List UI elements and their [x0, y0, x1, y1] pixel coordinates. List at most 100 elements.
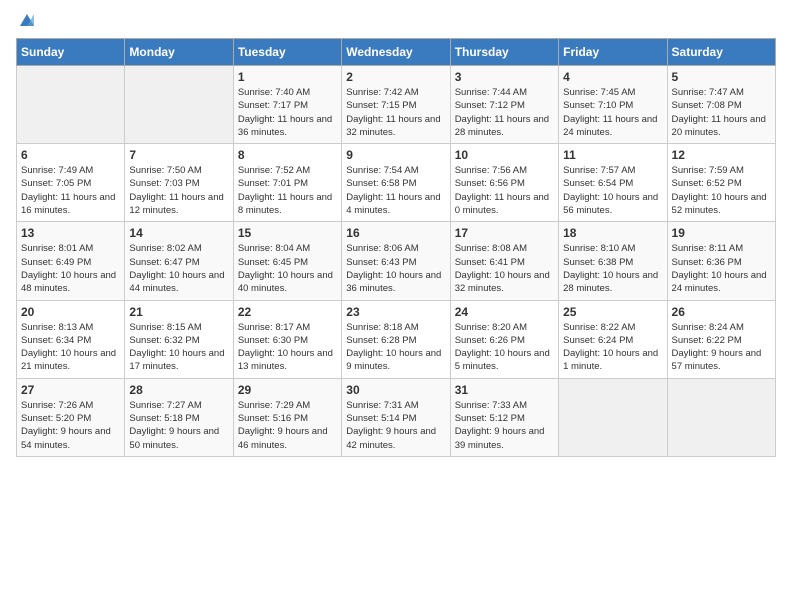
- day-number: 13: [21, 226, 120, 240]
- day-cell: [667, 378, 775, 456]
- day-detail: Sunrise: 7:50 AM Sunset: 7:03 PM Dayligh…: [129, 164, 228, 217]
- day-number: 14: [129, 226, 228, 240]
- day-number: 21: [129, 305, 228, 319]
- day-cell: 26 Sunrise: 8:24 AM Sunset: 6:22 PM Dayli…: [667, 300, 775, 378]
- day-detail: Sunrise: 7:44 AM Sunset: 7:12 PM Dayligh…: [455, 86, 554, 139]
- week-row-1: 1 Sunrise: 7:40 AM Sunset: 7:17 PM Daylig…: [17, 66, 776, 144]
- day-number: 6: [21, 148, 120, 162]
- day-number: 23: [346, 305, 445, 319]
- day-detail: Sunrise: 8:01 AM Sunset: 6:49 PM Dayligh…: [21, 242, 120, 295]
- day-cell: 24 Sunrise: 8:20 AM Sunset: 6:26 PM Dayli…: [450, 300, 558, 378]
- day-number: 18: [563, 226, 662, 240]
- day-cell: 2 Sunrise: 7:42 AM Sunset: 7:15 PM Daylig…: [342, 66, 450, 144]
- day-cell: 12 Sunrise: 7:59 AM Sunset: 6:52 PM Dayli…: [667, 144, 775, 222]
- day-detail: Sunrise: 8:20 AM Sunset: 6:26 PM Dayligh…: [455, 321, 554, 374]
- day-header-wednesday: Wednesday: [342, 39, 450, 66]
- day-number: 19: [672, 226, 771, 240]
- day-cell: 14 Sunrise: 8:02 AM Sunset: 6:47 PM Dayli…: [125, 222, 233, 300]
- day-detail: Sunrise: 8:10 AM Sunset: 6:38 PM Dayligh…: [563, 242, 662, 295]
- day-detail: Sunrise: 7:42 AM Sunset: 7:15 PM Dayligh…: [346, 86, 445, 139]
- header-row: SundayMondayTuesdayWednesdayThursdayFrid…: [17, 39, 776, 66]
- day-number: 29: [238, 383, 337, 397]
- logo-icon: [18, 12, 36, 30]
- day-detail: Sunrise: 8:02 AM Sunset: 6:47 PM Dayligh…: [129, 242, 228, 295]
- day-cell: [125, 66, 233, 144]
- day-cell: 29 Sunrise: 7:29 AM Sunset: 5:16 PM Dayli…: [233, 378, 341, 456]
- day-cell: 28 Sunrise: 7:27 AM Sunset: 5:18 PM Dayli…: [125, 378, 233, 456]
- day-number: 16: [346, 226, 445, 240]
- day-cell: 3 Sunrise: 7:44 AM Sunset: 7:12 PM Daylig…: [450, 66, 558, 144]
- day-detail: Sunrise: 7:29 AM Sunset: 5:16 PM Dayligh…: [238, 399, 337, 452]
- day-cell: 15Sunrise: 8:04 AM Sunset: 6:45 PM Dayli…: [233, 222, 341, 300]
- day-cell: [17, 66, 125, 144]
- day-number: 5: [672, 70, 771, 84]
- day-cell: 6 Sunrise: 7:49 AM Sunset: 7:05 PM Daylig…: [17, 144, 125, 222]
- week-row-3: 13 Sunrise: 8:01 AM Sunset: 6:49 PM Dayli…: [17, 222, 776, 300]
- day-cell: 9Sunrise: 7:54 AM Sunset: 6:58 PM Daylig…: [342, 144, 450, 222]
- day-header-friday: Friday: [559, 39, 667, 66]
- day-detail: Sunrise: 7:31 AM Sunset: 5:14 PM Dayligh…: [346, 399, 445, 452]
- day-cell: 13 Sunrise: 8:01 AM Sunset: 6:49 PM Dayli…: [17, 222, 125, 300]
- day-detail: Sunrise: 8:22 AM Sunset: 6:24 PM Dayligh…: [563, 321, 662, 374]
- day-cell: 30Sunrise: 7:31 AM Sunset: 5:14 PM Dayli…: [342, 378, 450, 456]
- day-number: 15: [238, 226, 337, 240]
- day-cell: 20Sunrise: 8:13 AM Sunset: 6:34 PM Dayli…: [17, 300, 125, 378]
- day-cell: 10 Sunrise: 7:56 AM Sunset: 6:56 PM Dayli…: [450, 144, 558, 222]
- day-cell: 21 Sunrise: 8:15 AM Sunset: 6:32 PM Dayli…: [125, 300, 233, 378]
- day-detail: Sunrise: 7:57 AM Sunset: 6:54 PM Dayligh…: [563, 164, 662, 217]
- day-detail: Sunrise: 7:54 AM Sunset: 6:58 PM Dayligh…: [346, 164, 445, 217]
- day-detail: Sunrise: 7:59 AM Sunset: 6:52 PM Dayligh…: [672, 164, 771, 217]
- day-number: 28: [129, 383, 228, 397]
- page-header: [16, 16, 776, 30]
- day-cell: 23 Sunrise: 8:18 AM Sunset: 6:28 PM Dayli…: [342, 300, 450, 378]
- day-detail: Sunrise: 8:06 AM Sunset: 6:43 PM Dayligh…: [346, 242, 445, 295]
- day-detail: Sunrise: 8:11 AM Sunset: 6:36 PM Dayligh…: [672, 242, 771, 295]
- day-header-saturday: Saturday: [667, 39, 775, 66]
- day-detail: Sunrise: 7:47 AM Sunset: 7:08 PM Dayligh…: [672, 86, 771, 139]
- day-header-monday: Monday: [125, 39, 233, 66]
- day-number: 10: [455, 148, 554, 162]
- day-detail: Sunrise: 7:45 AM Sunset: 7:10 PM Dayligh…: [563, 86, 662, 139]
- day-number: 3: [455, 70, 554, 84]
- day-cell: 22 Sunrise: 8:17 AM Sunset: 6:30 PM Dayli…: [233, 300, 341, 378]
- day-number: 17: [455, 226, 554, 240]
- day-detail: Sunrise: 8:18 AM Sunset: 6:28 PM Dayligh…: [346, 321, 445, 374]
- day-header-thursday: Thursday: [450, 39, 558, 66]
- day-cell: 17Sunrise: 8:08 AM Sunset: 6:41 PM Dayli…: [450, 222, 558, 300]
- logo: [16, 16, 36, 30]
- week-row-5: 27Sunrise: 7:26 AM Sunset: 5:20 PM Dayli…: [17, 378, 776, 456]
- day-number: 24: [455, 305, 554, 319]
- day-number: 26: [672, 305, 771, 319]
- day-detail: Sunrise: 8:17 AM Sunset: 6:30 PM Dayligh…: [238, 321, 337, 374]
- day-detail: Sunrise: 7:49 AM Sunset: 7:05 PM Dayligh…: [21, 164, 120, 217]
- day-cell: 27Sunrise: 7:26 AM Sunset: 5:20 PM Dayli…: [17, 378, 125, 456]
- week-row-4: 20Sunrise: 8:13 AM Sunset: 6:34 PM Dayli…: [17, 300, 776, 378]
- calendar-table: SundayMondayTuesdayWednesdayThursdayFrid…: [16, 38, 776, 457]
- day-number: 31: [455, 383, 554, 397]
- day-number: 4: [563, 70, 662, 84]
- day-number: 11: [563, 148, 662, 162]
- day-detail: Sunrise: 7:56 AM Sunset: 6:56 PM Dayligh…: [455, 164, 554, 217]
- day-cell: 7 Sunrise: 7:50 AM Sunset: 7:03 PM Daylig…: [125, 144, 233, 222]
- day-detail: Sunrise: 7:40 AM Sunset: 7:17 PM Dayligh…: [238, 86, 337, 139]
- day-detail: Sunrise: 8:15 AM Sunset: 6:32 PM Dayligh…: [129, 321, 228, 374]
- day-number: 1: [238, 70, 337, 84]
- day-number: 27: [21, 383, 120, 397]
- day-detail: Sunrise: 7:27 AM Sunset: 5:18 PM Dayligh…: [129, 399, 228, 452]
- day-number: 22: [238, 305, 337, 319]
- day-detail: Sunrise: 8:24 AM Sunset: 6:22 PM Dayligh…: [672, 321, 771, 374]
- day-cell: 25Sunrise: 8:22 AM Sunset: 6:24 PM Dayli…: [559, 300, 667, 378]
- day-detail: Sunrise: 7:52 AM Sunset: 7:01 PM Dayligh…: [238, 164, 337, 217]
- day-number: 2: [346, 70, 445, 84]
- day-number: 12: [672, 148, 771, 162]
- day-cell: 18 Sunrise: 8:10 AM Sunset: 6:38 PM Dayli…: [559, 222, 667, 300]
- day-header-sunday: Sunday: [17, 39, 125, 66]
- day-number: 20: [21, 305, 120, 319]
- day-cell: 4 Sunrise: 7:45 AM Sunset: 7:10 PM Daylig…: [559, 66, 667, 144]
- day-cell: 11 Sunrise: 7:57 AM Sunset: 6:54 PM Dayli…: [559, 144, 667, 222]
- day-number: 8: [238, 148, 337, 162]
- day-cell: 8 Sunrise: 7:52 AM Sunset: 7:01 PM Daylig…: [233, 144, 341, 222]
- day-cell: 19 Sunrise: 8:11 AM Sunset: 6:36 PM Dayli…: [667, 222, 775, 300]
- week-row-2: 6 Sunrise: 7:49 AM Sunset: 7:05 PM Daylig…: [17, 144, 776, 222]
- day-number: 7: [129, 148, 228, 162]
